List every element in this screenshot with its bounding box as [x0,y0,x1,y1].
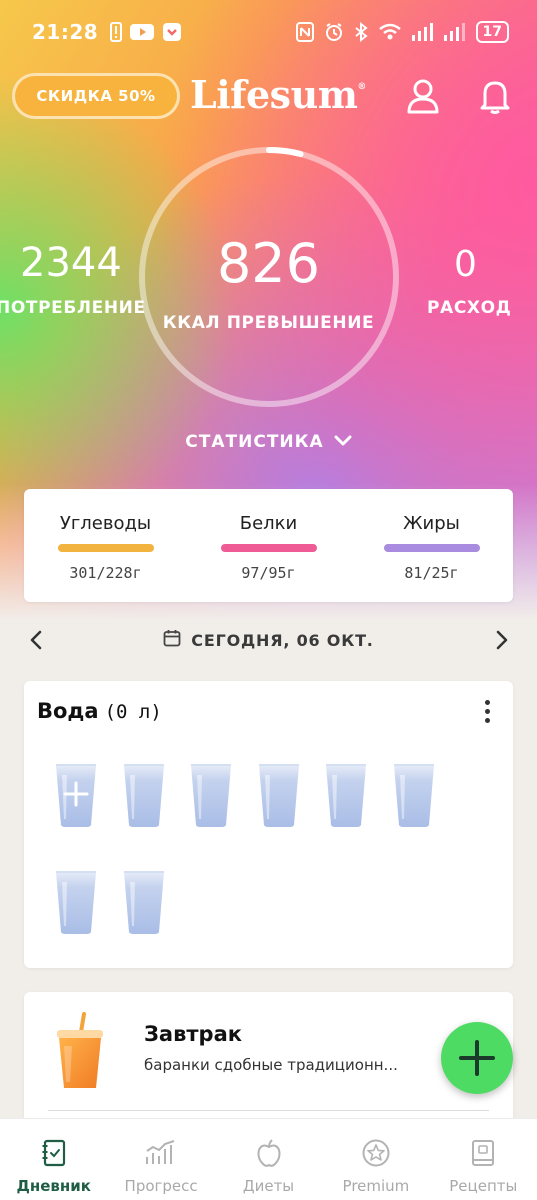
app-logo: Lifesum® [190,72,366,122]
drink-cup-icon [57,1012,103,1088]
burned-label: РАСХОД [427,298,512,318]
chevron-down-icon [334,432,352,452]
add-water-glass[interactable] [54,761,98,829]
macro-bar [383,544,480,552]
nav-item-diets[interactable]: Диеты [215,1119,322,1200]
water-header: Вода (0 л) [37,699,162,723]
recipe-book-icon [470,1139,496,1171]
macro-protein: Белки 97/95г [187,489,350,602]
water-glass[interactable] [122,868,166,936]
meal-items: баранки сдобные традиционн... [144,1056,398,1074]
nav-label: Рецепты [449,1177,518,1195]
chevron-right-icon[interactable] [488,626,516,654]
logo-text: Lifesum [190,72,358,117]
water-glass[interactable] [257,761,301,829]
add-button[interactable] [441,1022,513,1094]
water-glass[interactable] [324,761,368,829]
burned-value: 0 [454,244,477,285]
nav-label: Дневник [16,1177,91,1195]
water-glass[interactable] [189,761,233,829]
nfc-icon [295,22,314,42]
water-glass[interactable] [122,761,166,829]
diary-icon [41,1139,67,1171]
bluetooth-icon [354,22,368,42]
water-glass[interactable] [392,761,436,829]
alarm-icon [324,22,344,42]
status-bar: 21:28 17 [0,0,537,64]
water-glass[interactable] [54,868,98,936]
water-title: Вода [37,699,99,723]
progress-chart-icon [144,1139,178,1171]
macro-name: Углеводы [59,513,152,534]
calendar-icon [163,629,181,651]
bottom-navigation: Дневник Прогресс Диеты Premium Рецепты [0,1118,537,1200]
nav-item-premium[interactable]: Premium [322,1119,429,1200]
macros-card: Углеводы 301/228г Белки 97/95г Жиры 81/2… [24,489,513,602]
macro-carbs: Углеводы 301/228г [24,489,187,602]
macro-name: Жиры [403,513,460,534]
chevron-left-icon[interactable] [22,626,50,654]
divider [48,1110,489,1111]
star-icon [361,1139,391,1171]
plus-icon [459,1040,495,1076]
date-navigator: СЕГОДНЯ, 06 ОКТ. [0,622,537,658]
statistics-label: СТАТИСТИКА [185,432,324,452]
macro-name: Белки [239,513,298,534]
logo-trademark: ® [357,82,366,92]
meal-title: Завтрак [144,1022,243,1046]
bell-icon[interactable] [476,76,514,116]
nav-label: Диеты [242,1177,295,1195]
profile-icon[interactable] [404,76,442,116]
youtube-icon [130,23,155,41]
alert-icon [110,22,123,42]
macro-bar [220,544,317,552]
macro-value: 81/25г [404,564,459,582]
nav-item-diary[interactable]: Дневник [0,1119,107,1200]
water-card: Вода (0 л) [24,681,513,968]
date-label: СЕГОДНЯ, 06 ОКТ. [191,630,374,650]
nav-item-progress[interactable]: Прогресс [107,1119,214,1200]
nav-label: Premium [342,1177,410,1195]
macro-value: 301/228г [69,564,142,582]
macro-bar [57,544,154,552]
wifi-icon [378,23,402,41]
discount-button[interactable]: СКИДКА 50% [12,73,180,119]
date-selector[interactable]: СЕГОДНЯ, 06 ОКТ. [163,629,373,651]
nav-item-recipes[interactable]: Рецепты [430,1119,537,1200]
battery-indicator: 17 [475,21,509,43]
status-time: 21:28 [32,20,99,44]
macro-value: 97/95г [241,564,296,582]
meal-card-breakfast[interactable]: Завтрак баранки сдобные традиционн... [24,992,513,1132]
macro-fat: Жиры 81/25г [350,489,513,602]
water-amount: (0 л) [104,701,162,723]
apple-icon [256,1139,282,1171]
nav-label: Прогресс [124,1177,198,1195]
more-options-icon[interactable] [477,697,497,725]
signal-icon [411,23,434,41]
shield-app-icon [162,22,182,42]
signal-icon-2 [443,23,466,41]
statistics-toggle[interactable]: СТАТИСТИКА [0,432,537,452]
